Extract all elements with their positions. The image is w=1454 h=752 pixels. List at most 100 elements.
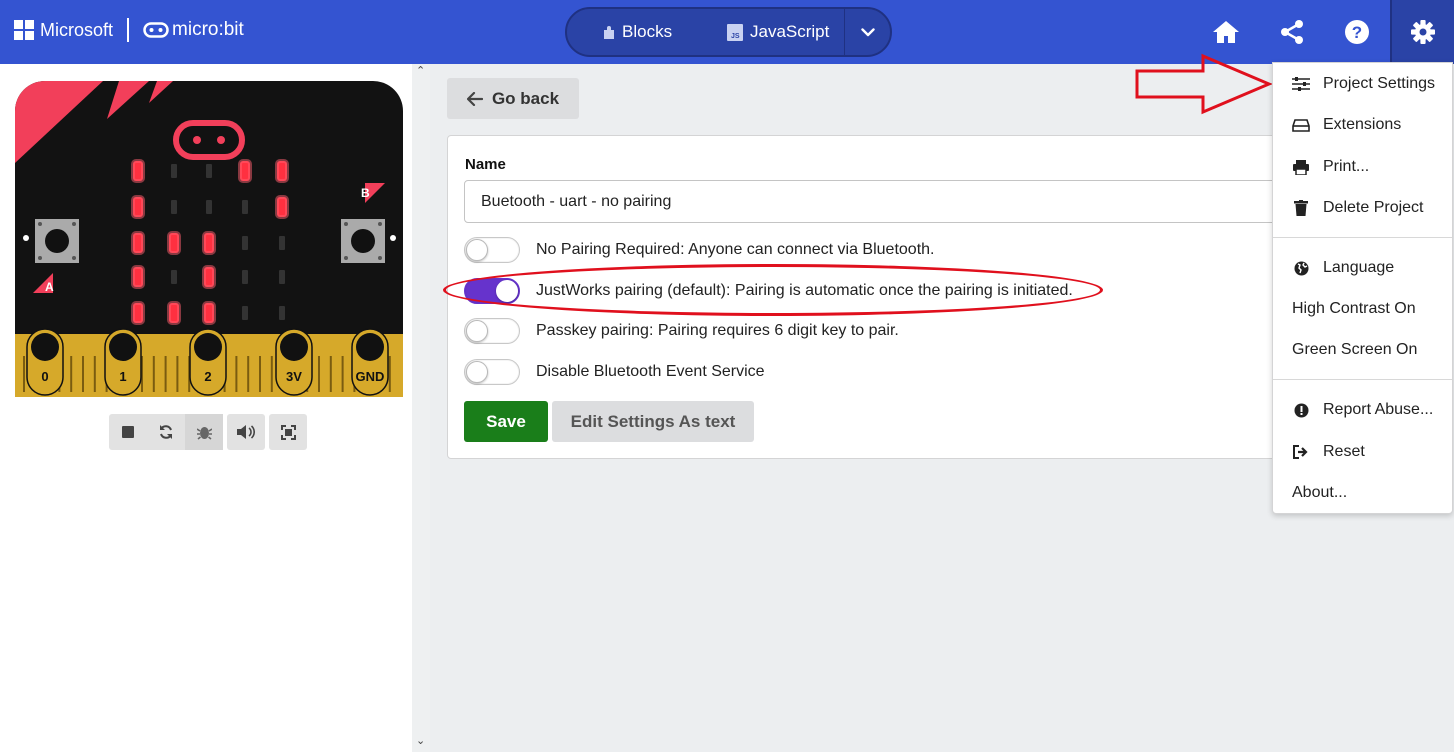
save-button[interactable]: Save: [464, 401, 548, 442]
menu-item-project-settings[interactable]: Project Settings: [1273, 66, 1452, 102]
restart-button[interactable]: [147, 414, 185, 450]
edge-strip-line: [247, 356, 250, 392]
help-icon: ?: [1345, 20, 1369, 44]
menu-separator: [1273, 379, 1452, 380]
menu-item-about[interactable]: About...: [1273, 475, 1452, 511]
simulator-panel: B A 0 1 2 3V GND: [0, 64, 412, 752]
share-button[interactable]: [1260, 0, 1324, 64]
led: [275, 195, 289, 219]
led: [131, 265, 145, 289]
go-back-button[interactable]: Go back: [447, 78, 579, 119]
sliders-icon: [1292, 77, 1310, 91]
arrow-left-icon: [466, 91, 483, 106]
menu-label-report-abuse: Report Abuse...: [1323, 401, 1434, 418]
brand: Microsoft micro:bit: [14, 18, 244, 42]
fullscreen-button[interactable]: [269, 414, 307, 450]
edge-strip-line: [235, 356, 238, 392]
menu-item-print[interactable]: Print...: [1273, 149, 1452, 185]
edge-strip-line: [93, 356, 96, 392]
debug-button[interactable]: [185, 414, 223, 450]
tab-javascript[interactable]: JS JavaScript: [727, 9, 829, 55]
microbit-logo[interactable]: micro:bit: [143, 19, 244, 41]
button-b[interactable]: [341, 219, 385, 263]
menu-label-language: Language: [1323, 259, 1395, 276]
home-icon: [1213, 21, 1239, 43]
led: [202, 231, 216, 255]
led: [238, 159, 252, 183]
stop-icon: [122, 426, 134, 438]
chevron-up-icon[interactable]: ⌃: [416, 64, 425, 77]
menu-item-extensions[interactable]: Extensions: [1273, 107, 1452, 143]
menu-label-project-settings: Project Settings: [1323, 75, 1436, 92]
settings-card: Name Buetooth - uart - no pairing No Pai…: [447, 135, 1347, 459]
debug-icon: [196, 427, 212, 440]
chevron-down-icon: [860, 27, 875, 36]
pin-label: GND: [356, 369, 385, 384]
led: [279, 306, 285, 320]
tab-javascript-label: JavaScript: [750, 22, 830, 41]
button-a[interactable]: [35, 219, 79, 263]
led: [131, 159, 145, 183]
led: [202, 265, 216, 289]
microbit-logo-icon: [143, 22, 169, 38]
menu-item-language[interactable]: Language: [1273, 250, 1452, 286]
led: [279, 270, 285, 284]
led: [167, 231, 181, 255]
pin-label: 2: [204, 369, 211, 384]
chevron-down-icon[interactable]: ⌄: [416, 734, 425, 747]
led: [131, 231, 145, 255]
led: [206, 200, 212, 214]
sim-control-group-main: [109, 414, 223, 450]
sound-icon: [237, 425, 255, 439]
edge-strip-line: [270, 356, 273, 392]
microbit-board[interactable]: B A 0 1 2 3V GND: [15, 81, 403, 397]
option-passkey: Passkey pairing: Pairing requires 6 digi…: [464, 317, 899, 345]
pin-gnd[interactable]: GND: [351, 328, 389, 396]
no-pairing-toggle[interactable]: [464, 237, 520, 263]
editor-dropdown-button[interactable]: [845, 9, 890, 55]
menu-item-reset[interactable]: Reset: [1273, 434, 1452, 470]
led: [171, 270, 177, 284]
simulator-controls: [109, 414, 307, 450]
editor-toggle: Blocks JS JavaScript: [565, 7, 892, 57]
sound-button[interactable]: [227, 414, 265, 450]
disable-event-service-toggle[interactable]: [464, 359, 520, 385]
justworks-label: JustWorks pairing (default): Pairing is …: [536, 282, 1073, 299]
menu-item-report-abuse[interactable]: Report Abuse...: [1273, 392, 1452, 428]
option-no-pairing: No Pairing Required: Anyone can connect …: [464, 236, 934, 264]
led: [131, 301, 145, 325]
pin-3v[interactable]: 3V: [275, 328, 313, 396]
menu-label-print: Print...: [1323, 158, 1370, 175]
panel-splitter[interactable]: ⌃ ⌄: [412, 64, 430, 752]
led: [131, 195, 145, 219]
edge-strip-line: [176, 356, 179, 392]
edge-strip-line: [318, 356, 320, 392]
led: [242, 200, 248, 214]
pin-label: 3V: [286, 369, 302, 384]
justworks-toggle[interactable]: [464, 278, 520, 304]
led: [242, 270, 248, 284]
stop-button[interactable]: [109, 414, 147, 450]
project-name-input[interactable]: Buetooth - uart - no pairing: [464, 180, 1344, 223]
tab-blocks[interactable]: Blocks: [603, 9, 672, 55]
menu-label-delete-project: Delete Project: [1323, 199, 1424, 216]
fullscreen-icon: [280, 424, 296, 440]
home-button[interactable]: [1194, 0, 1258, 64]
edit-settings-as-text-button[interactable]: Edit Settings As text: [552, 401, 754, 442]
led: [202, 301, 216, 325]
help-button[interactable]: ?: [1325, 0, 1389, 64]
microbit-label: micro:bit: [172, 19, 244, 40]
menu-item-high-contrast[interactable]: High Contrast On: [1273, 291, 1452, 327]
menu-item-delete-project[interactable]: Delete Project: [1273, 190, 1452, 226]
button-b-label: B: [361, 186, 370, 200]
sim-control-sound-group: [227, 414, 265, 450]
led: [242, 306, 248, 320]
menu-label-reset: Reset: [1323, 443, 1365, 460]
edge-strip-line: [259, 356, 261, 392]
menu-item-green-screen[interactable]: Green Screen On: [1273, 332, 1452, 368]
pin-1[interactable]: 1: [104, 328, 142, 396]
pin-0[interactable]: 0: [26, 328, 64, 396]
settings-button[interactable]: [1390, 0, 1454, 64]
passkey-toggle[interactable]: [464, 318, 520, 344]
pin-2[interactable]: 2: [189, 328, 227, 396]
